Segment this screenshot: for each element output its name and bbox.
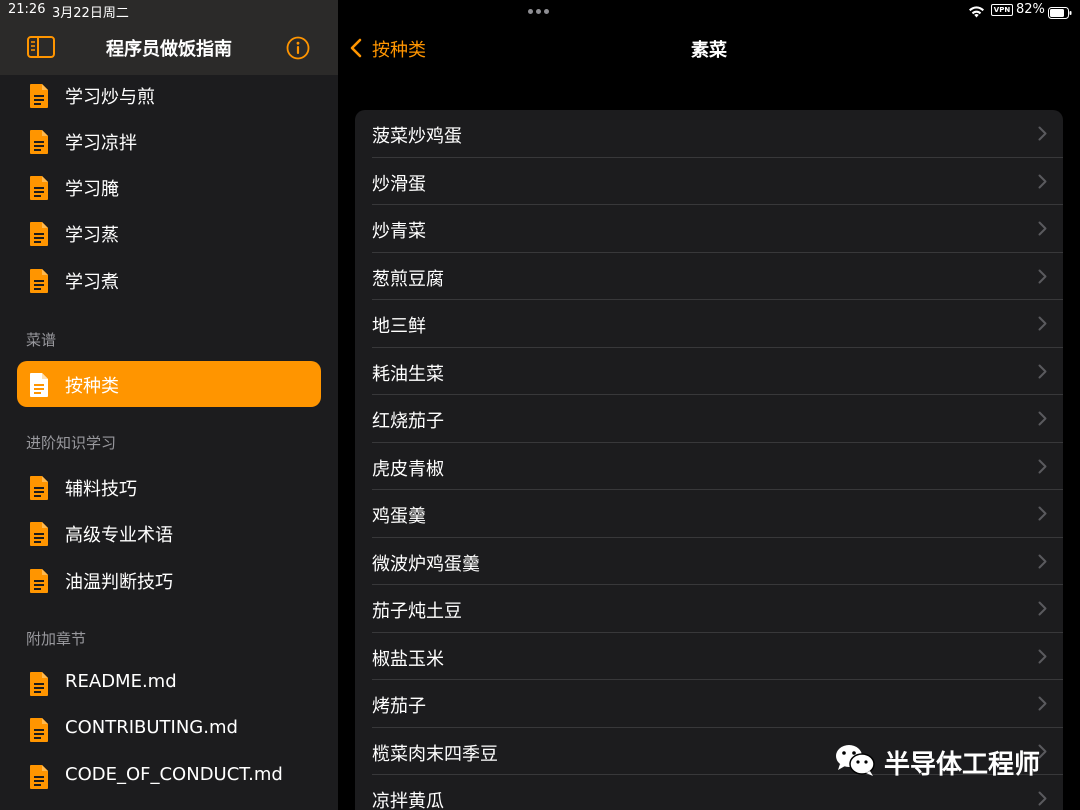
list-item[interactable]: 烤茄子 — [355, 680, 1063, 728]
list-item[interactable]: 鸡蛋羹 — [355, 490, 1063, 538]
list-item[interactable]: 炒青菜 — [355, 205, 1063, 253]
list-item[interactable]: 椒盐玉米 — [355, 633, 1063, 680]
chevron-right-icon — [1038, 601, 1047, 616]
section-title-advanced: 进阶知识学习 — [26, 434, 117, 452]
sidebar-item-by-category[interactable]: 按种类 — [17, 361, 321, 407]
document-icon — [29, 83, 49, 109]
chevron-right-icon — [1038, 364, 1047, 379]
wechat-icon — [834, 742, 876, 778]
battery-icon — [1048, 4, 1072, 19]
document-icon — [29, 568, 49, 594]
chevron-right-icon — [1038, 506, 1047, 521]
list-item-label: 茄子炖土豆 — [372, 601, 462, 622]
sidebar-item-label: CONTRIBUTING.md — [65, 717, 238, 738]
sidebar-item-label: 高级专业术语 — [65, 525, 173, 546]
document-icon — [29, 475, 49, 501]
chevron-right-icon — [1038, 174, 1047, 189]
list-item-label: 菠菜炒鸡蛋 — [372, 126, 462, 147]
sidebar-item-label: 油温判断技巧 — [65, 572, 173, 593]
list-item[interactable]: 虎皮青椒 — [355, 443, 1063, 490]
sidebar-item-readme[interactable]: README.md — [17, 660, 321, 706]
document-icon — [29, 175, 49, 201]
document-icon — [29, 268, 49, 294]
sidebar-item-pickle[interactable]: 学习腌 — [17, 164, 321, 210]
list-item-label: 炒青菜 — [372, 221, 426, 242]
list-item-label: 炒滑蛋 — [372, 173, 426, 195]
chevron-right-icon — [1038, 221, 1047, 236]
list-item-label: 微波炉鸡蛋羹 — [372, 553, 480, 575]
list-item-label: 榄菜肉末四季豆 — [372, 743, 498, 765]
chevron-right-icon — [1038, 316, 1047, 331]
sidebar-item-contributing[interactable]: CONTRIBUTING.md — [17, 706, 321, 752]
status-date: 3月22日周二 — [52, 6, 129, 21]
list-item-label: 耗油生菜 — [372, 363, 444, 385]
status-time: 21:26 — [8, 2, 46, 17]
vpn-badge: VPN — [991, 4, 1013, 16]
list-item[interactable]: 菠菜炒鸡蛋 — [355, 110, 1063, 158]
section-title-recipes: 菜谱 — [26, 331, 57, 349]
document-icon — [29, 671, 49, 697]
chevron-right-icon — [1038, 696, 1047, 711]
sidebar-item-stir-fry[interactable]: 学习炒与煎 — [17, 72, 321, 118]
chevron-right-icon — [1038, 649, 1047, 664]
sidebar-item-label: 学习炒与煎 — [65, 87, 155, 108]
list-item[interactable]: 茄子炖土豆 — [355, 585, 1063, 633]
document-icon — [29, 129, 49, 155]
list-item[interactable]: 耗油生菜 — [355, 348, 1063, 395]
sidebar-item-code-of-conduct[interactable]: CODE_OF_CONDUCT.md — [17, 753, 321, 799]
sidebar-item-label: 学习煮 — [65, 272, 119, 293]
sidebar-item-boil[interactable]: 学习煮 — [17, 257, 321, 303]
list-item-label: 椒盐玉米 — [372, 648, 444, 670]
list-item-label: 虎皮青椒 — [372, 458, 444, 480]
chevron-right-icon — [1038, 554, 1047, 569]
chevron-right-icon — [1038, 126, 1047, 141]
sidebar-header: 21:26 3月22日周二 程序员做饭指南 — [0, 0, 338, 75]
document-icon — [29, 372, 49, 398]
sidebar-item-steam[interactable]: 学习蒸 — [17, 210, 321, 256]
detail-pane: VPN 82% 按种类 素菜 菠菜炒鸡蛋 炒滑蛋 炒青菜 葱煎豆腐 地三鲜 耗油… — [338, 0, 1080, 810]
sidebar-item-label: 学习腌 — [65, 179, 119, 200]
list-item-label: 地三鲜 — [372, 316, 426, 337]
list-item-label: 红烧茄子 — [372, 411, 444, 432]
list-item-label: 鸡蛋羹 — [372, 506, 426, 527]
wifi-icon — [968, 3, 985, 18]
info-icon[interactable] — [286, 36, 310, 60]
sidebar-item-label: 学习蒸 — [65, 225, 119, 246]
watermark-text: 半导体工程师 — [884, 750, 1041, 780]
list-item-label: 葱煎豆腐 — [372, 268, 444, 290]
sidebar-item-seasoning[interactable]: 辅料技巧 — [17, 464, 321, 510]
sidebar-item-label: 辅料技巧 — [65, 479, 137, 500]
list-item-label: 凉拌黄瓜 — [372, 791, 444, 810]
sidebar-item-label: README.md — [65, 671, 177, 692]
document-icon — [29, 764, 49, 790]
list-item[interactable]: 地三鲜 — [355, 300, 1063, 348]
chevron-right-icon — [1038, 459, 1047, 474]
sidebar-item-label: 按种类 — [65, 376, 119, 397]
document-icon — [29, 521, 49, 547]
chevron-right-icon — [1038, 411, 1047, 426]
document-icon — [29, 221, 49, 247]
battery-percent: 82% — [1016, 2, 1045, 17]
sidebar-item-label: CODE_OF_CONDUCT.md — [65, 764, 283, 785]
sidebar-item-oil-temp[interactable]: 油温判断技巧 — [17, 557, 321, 603]
list-item[interactable]: 微波炉鸡蛋羹 — [355, 538, 1063, 585]
list-item[interactable]: 炒滑蛋 — [355, 158, 1063, 205]
sidebar-item-cold-dish[interactable]: 学习凉拌 — [17, 118, 321, 164]
list-item[interactable]: 红烧茄子 — [355, 395, 1063, 443]
recipe-list: 菠菜炒鸡蛋 炒滑蛋 炒青菜 葱煎豆腐 地三鲜 耗油生菜 红烧茄子 虎皮青椒 鸡蛋… — [355, 110, 1063, 810]
list-item[interactable]: 葱煎豆腐 — [355, 253, 1063, 300]
chevron-right-icon — [1038, 791, 1047, 806]
sidebar: 21:26 3月22日周二 程序员做饭指南 学习炒与煎 学习凉拌 学习腌 学习蒸… — [0, 0, 338, 810]
chevron-right-icon — [1038, 269, 1047, 284]
multitasking-dots-icon[interactable] — [528, 4, 552, 14]
section-title-appendix: 附加章节 — [26, 630, 87, 648]
list-item-label: 烤茄子 — [372, 696, 426, 717]
sidebar-item-terms[interactable]: 高级专业术语 — [17, 510, 321, 556]
sidebar-item-label: 学习凉拌 — [65, 133, 137, 154]
document-icon — [29, 717, 49, 743]
page-title: 素菜 — [691, 40, 727, 61]
